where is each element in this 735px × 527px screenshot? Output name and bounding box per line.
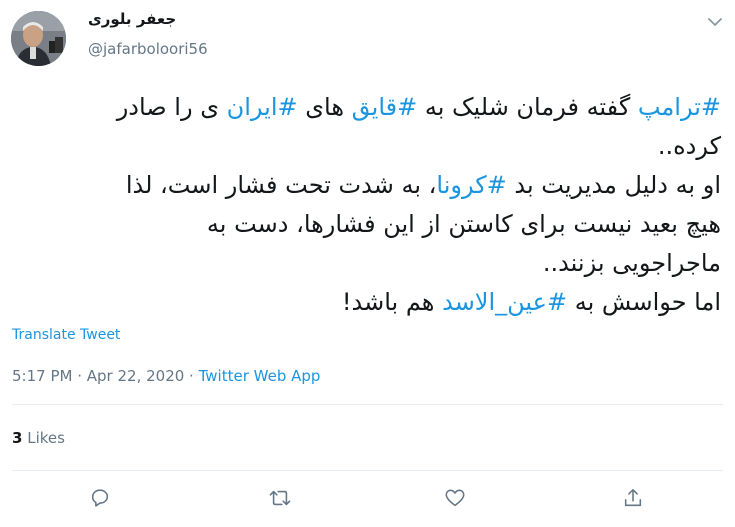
meta-separator: · [72, 367, 87, 385]
chevron-down-icon[interactable] [703, 10, 727, 34]
likes-label: Likes [22, 429, 65, 447]
tweet-text-segment: اما حواسش به [567, 288, 721, 316]
display-name[interactable]: جعفر بلوری [88, 10, 176, 28]
reply-icon[interactable] [88, 486, 112, 510]
hashtag-link[interactable]: #قایق [352, 93, 418, 121]
retweet-icon[interactable] [268, 486, 292, 510]
tweet-line: هیچ بعید نیست برای کاستن از این فشارها، … [206, 210, 721, 238]
tweet-text-segment: ی را صادر [116, 93, 227, 121]
tweet-time[interactable]: 5:17 PM [12, 367, 72, 385]
meta-separator: · [184, 367, 199, 385]
tweet-meta: 5:17 PM · Apr 22, 2020 · Twitter Web App [12, 367, 320, 385]
tweet-text: #ترامپ گفته فرمان شلیک به #قایق های #ایر… [16, 88, 721, 322]
tweet-line: ماجراجویی بزنند.. [542, 249, 721, 277]
hashtag-link[interactable]: #عین_الاسد [442, 288, 567, 316]
hashtag-link[interactable]: #کرونا [436, 171, 506, 199]
tweet-text-segment: هم باشد! [341, 288, 443, 316]
hashtag-link[interactable]: #ایران [227, 93, 298, 121]
tweet-text-segment: ، به شدت تحت فشار است، لذا [125, 171, 437, 199]
tweet-line: اما حواسش به #عین_الاسد هم باشد! [16, 283, 721, 322]
tweet-source-link[interactable]: Twitter Web App [199, 367, 321, 385]
hashtag-link[interactable]: #ترامپ [638, 93, 721, 121]
avatar[interactable] [11, 11, 66, 66]
divider [12, 470, 723, 471]
tweet-text-segment: او به دلیل مدیریت بد [506, 171, 721, 199]
divider [12, 404, 723, 405]
tweet-text-segment: گفته فرمان شلیک به [417, 93, 638, 121]
translate-tweet-link[interactable]: Translate Tweet [12, 327, 120, 343]
avatar-photo [11, 11, 66, 66]
tweet-text-segment: های [297, 93, 352, 121]
likes-count[interactable]: 3 Likes [12, 429, 65, 447]
likes-number: 3 [12, 429, 23, 447]
tweet-line: کرده.. [657, 132, 721, 160]
tweet-line: او به دلیل مدیریت بد #کرونا، به شدت تحت … [16, 166, 721, 205]
share-icon[interactable] [621, 486, 645, 510]
tweet-date[interactable]: Apr 22, 2020 [87, 367, 185, 385]
tweet-line: #ترامپ گفته فرمان شلیک به #قایق های #ایر… [16, 88, 721, 127]
user-handle[interactable]: @jafarboloori56 [88, 40, 208, 58]
like-icon[interactable] [443, 486, 467, 510]
